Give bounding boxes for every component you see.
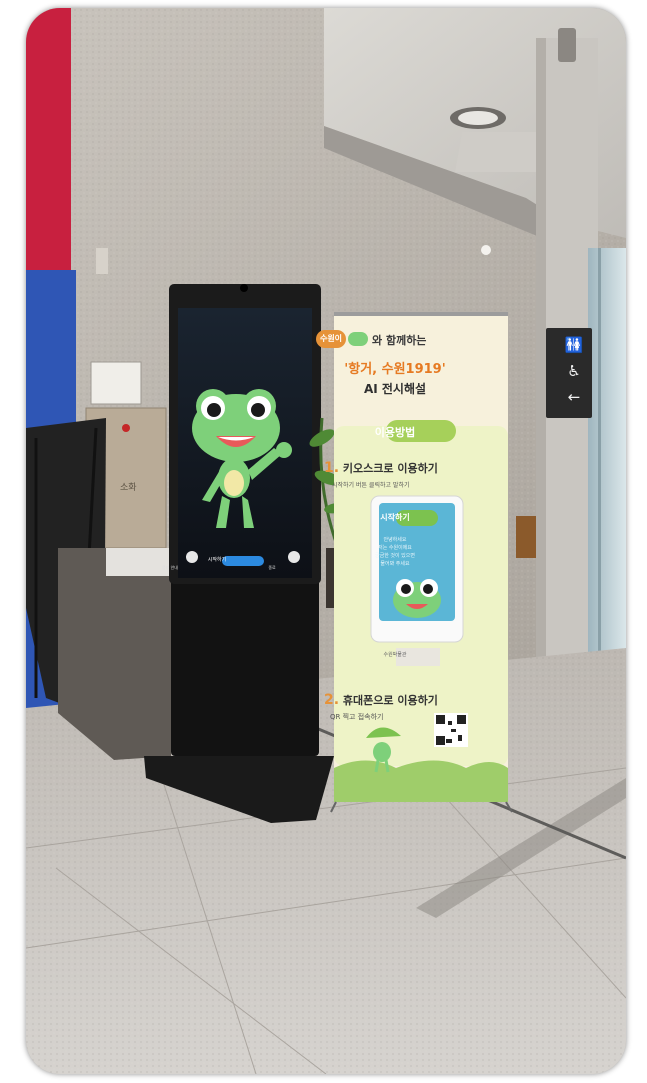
step2-desc: QR 찍고 접속하기 [330,713,384,721]
step2-number: 2. [324,692,340,708]
step1-number: 1. [324,460,340,476]
wheelchair-icon: ♿ [567,362,581,380]
headline-suffix: 와 함께하는 [372,334,427,347]
glass-window [588,248,626,668]
arrow-left-icon: ← [567,388,581,406]
kiosk-start-label[interactable]: 시작하기 [196,556,238,563]
kiosk-right-icon[interactable] [288,551,300,563]
step1-title: 키오스크로 이용하기 [342,462,438,475]
how-to-use-label: 이용방법 [374,426,416,439]
banner: 수원이 와 함께하는 '항거, 수원1919' AI 전시해설 이용방법 1. … [308,314,482,802]
tablet-screen-text: 안녕하세요 저는 수원이에요 궁금한 것이 있으면 물어봐 주세요 [375,537,415,567]
red-pillar [26,8,71,273]
banner-subtitle: AI 전시해설 [363,382,427,396]
photo-frame: 소화 🚻 ♿ ← 시작하기 음성 안내 종료 수원이 와 함께하는 '항거, 수… [26,8,626,1074]
step2-title: 휴대폰으로 이용하기 [342,694,438,707]
kiosk-left-caption: 음성 안내 [162,565,178,570]
fire-cabinet-label: 소화 [120,482,137,493]
kiosk-right-caption: 종료 [268,565,276,570]
restroom-icon: 🚻 [564,336,584,354]
tablet-footer: 수원박물관 [383,652,407,658]
tablet-start-label: 시작하기 [380,513,410,522]
banner-title: '항거, 수원1919' [344,362,446,377]
step1-desc: 시작하기 버튼 클릭하고 말하기 [332,482,410,489]
